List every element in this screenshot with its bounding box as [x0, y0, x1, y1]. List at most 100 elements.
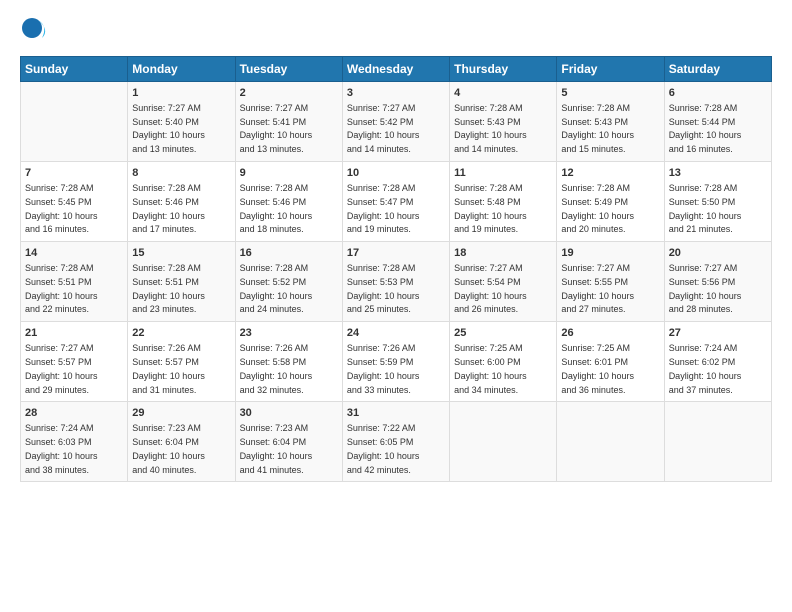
calendar-cell: 21 Sunrise: 7:27 AMSunset: 5:57 PMDayligh…	[21, 322, 128, 402]
calendar-row-0: 1 Sunrise: 7:27 AMSunset: 5:40 PMDaylight…	[21, 82, 772, 162]
calendar-cell: 23 Sunrise: 7:26 AMSunset: 5:58 PMDayligh…	[235, 322, 342, 402]
calendar-cell: 18Sunrise: 7:27 AMSunset: 5:54 PMDayligh…	[450, 242, 557, 322]
sunrise-info: Sunrise: 7:27 AMSunset: 5:40 PMDaylight:…	[132, 103, 205, 154]
day-number: 11	[454, 166, 552, 181]
weekday-header-row: SundayMondayTuesdayWednesdayThursdayFrid…	[21, 57, 772, 82]
logo	[20, 16, 52, 46]
day-number: 6	[669, 86, 767, 101]
calendar-cell: 3 Sunrise: 7:27 AMSunset: 5:42 PMDaylight…	[342, 82, 449, 162]
day-number: 26	[561, 326, 659, 341]
day-number: 8	[132, 166, 230, 181]
day-number: 22	[132, 326, 230, 341]
day-number: 28	[25, 406, 123, 421]
weekday-header-monday: Monday	[128, 57, 235, 82]
calendar-cell: 12 Sunrise: 7:28 AMSunset: 5:49 PMDayligh…	[557, 162, 664, 242]
sunrise-info: Sunrise: 7:24 AMSunset: 6:02 PMDaylight:…	[669, 343, 742, 394]
sunrise-info: Sunrise: 7:28 AMSunset: 5:53 PMDaylight:…	[347, 263, 420, 314]
calendar-cell: 5 Sunrise: 7:28 AMSunset: 5:43 PMDaylight…	[557, 82, 664, 162]
calendar-cell: 14 Sunrise: 7:28 AMSunset: 5:51 PMDayligh…	[21, 242, 128, 322]
weekday-header-friday: Friday	[557, 57, 664, 82]
calendar-cell: 6 Sunrise: 7:28 AMSunset: 5:44 PMDaylight…	[664, 82, 771, 162]
calendar-cell: 8 Sunrise: 7:28 AMSunset: 5:46 PMDaylight…	[128, 162, 235, 242]
day-number: 19	[561, 246, 659, 261]
calendar-cell	[21, 82, 128, 162]
sunrise-info: Sunrise: 7:28 AMSunset: 5:51 PMDaylight:…	[132, 263, 205, 314]
day-number: 14	[25, 246, 123, 261]
day-number: 2	[240, 86, 338, 101]
weekday-header-sunday: Sunday	[21, 57, 128, 82]
calendar-cell: 28 Sunrise: 7:24 AMSunset: 6:03 PMDayligh…	[21, 402, 128, 482]
weekday-header-wednesday: Wednesday	[342, 57, 449, 82]
day-number: 3	[347, 86, 445, 101]
calendar-cell: 2 Sunrise: 7:27 AMSunset: 5:41 PMDaylight…	[235, 82, 342, 162]
sunrise-info: Sunrise: 7:22 AMSunset: 6:05 PMDaylight:…	[347, 423, 420, 474]
sunrise-info: Sunrise: 7:27 AMSunset: 5:56 PMDaylight:…	[669, 263, 742, 314]
sunrise-info: Sunrise: 7:26 AMSunset: 5:58 PMDaylight:…	[240, 343, 313, 394]
day-number: 23	[240, 326, 338, 341]
sunrise-info: Sunrise: 7:27 AMSunset: 5:41 PMDaylight:…	[240, 103, 313, 154]
sunrise-info: Sunrise: 7:28 AMSunset: 5:44 PMDaylight:…	[669, 103, 742, 154]
calendar-row-4: 28 Sunrise: 7:24 AMSunset: 6:03 PMDayligh…	[21, 402, 772, 482]
calendar-cell: 10Sunrise: 7:28 AMSunset: 5:47 PMDayligh…	[342, 162, 449, 242]
calendar-cell: 31Sunrise: 7:22 AMSunset: 6:05 PMDayligh…	[342, 402, 449, 482]
sunrise-info: Sunrise: 7:27 AMSunset: 5:42 PMDaylight:…	[347, 103, 420, 154]
day-number: 29	[132, 406, 230, 421]
sunrise-info: Sunrise: 7:28 AMSunset: 5:50 PMDaylight:…	[669, 183, 742, 234]
calendar-cell: 26 Sunrise: 7:25 AMSunset: 6:01 PMDayligh…	[557, 322, 664, 402]
sunrise-info: Sunrise: 7:23 AMSunset: 6:04 PMDaylight:…	[240, 423, 313, 474]
sunrise-info: Sunrise: 7:24 AMSunset: 6:03 PMDaylight:…	[25, 423, 98, 474]
calendar-cell: 9Sunrise: 7:28 AMSunset: 5:46 PMDaylight…	[235, 162, 342, 242]
day-number: 20	[669, 246, 767, 261]
calendar-cell	[450, 402, 557, 482]
day-number: 7	[25, 166, 123, 181]
weekday-header-saturday: Saturday	[664, 57, 771, 82]
calendar-cell: 4Sunrise: 7:28 AMSunset: 5:43 PMDaylight…	[450, 82, 557, 162]
sunrise-info: Sunrise: 7:27 AMSunset: 5:55 PMDaylight:…	[561, 263, 634, 314]
calendar-cell: 16Sunrise: 7:28 AMSunset: 5:52 PMDayligh…	[235, 242, 342, 322]
sunrise-info: Sunrise: 7:25 AMSunset: 6:01 PMDaylight:…	[561, 343, 634, 394]
calendar-cell: 30 Sunrise: 7:23 AMSunset: 6:04 PMDayligh…	[235, 402, 342, 482]
day-number: 12	[561, 166, 659, 181]
day-number: 30	[240, 406, 338, 421]
sunrise-info: Sunrise: 7:28 AMSunset: 5:45 PMDaylight:…	[25, 183, 98, 234]
sunrise-info: Sunrise: 7:28 AMSunset: 5:46 PMDaylight:…	[240, 183, 313, 234]
weekday-header-tuesday: Tuesday	[235, 57, 342, 82]
sunrise-info: Sunrise: 7:28 AMSunset: 5:43 PMDaylight:…	[561, 103, 634, 154]
sunrise-info: Sunrise: 7:27 AMSunset: 5:57 PMDaylight:…	[25, 343, 98, 394]
calendar-table: SundayMondayTuesdayWednesdayThursdayFrid…	[20, 56, 772, 482]
day-number: 25	[454, 326, 552, 341]
day-number: 13	[669, 166, 767, 181]
day-number: 15	[132, 246, 230, 261]
logo-icon	[20, 16, 50, 46]
sunrise-info: Sunrise: 7:23 AMSunset: 6:04 PMDaylight:…	[132, 423, 205, 474]
day-number: 1	[132, 86, 230, 101]
calendar-row-2: 14 Sunrise: 7:28 AMSunset: 5:51 PMDayligh…	[21, 242, 772, 322]
sunrise-info: Sunrise: 7:28 AMSunset: 5:43 PMDaylight:…	[454, 103, 527, 154]
sunrise-info: Sunrise: 7:25 AMSunset: 6:00 PMDaylight:…	[454, 343, 527, 394]
calendar-cell: 19 Sunrise: 7:27 AMSunset: 5:55 PMDayligh…	[557, 242, 664, 322]
sunrise-info: Sunrise: 7:27 AMSunset: 5:54 PMDaylight:…	[454, 263, 527, 314]
calendar-cell: 15 Sunrise: 7:28 AMSunset: 5:51 PMDayligh…	[128, 242, 235, 322]
calendar-cell: 24 Sunrise: 7:26 AMSunset: 5:59 PMDayligh…	[342, 322, 449, 402]
calendar-cell: 25 Sunrise: 7:25 AMSunset: 6:00 PMDayligh…	[450, 322, 557, 402]
calendar-cell	[557, 402, 664, 482]
day-number: 16	[240, 246, 338, 261]
day-number: 5	[561, 86, 659, 101]
sunrise-info: Sunrise: 7:28 AMSunset: 5:49 PMDaylight:…	[561, 183, 634, 234]
sunrise-info: Sunrise: 7:28 AMSunset: 5:47 PMDaylight:…	[347, 183, 420, 234]
calendar-cell: 29 Sunrise: 7:23 AMSunset: 6:04 PMDayligh…	[128, 402, 235, 482]
day-number: 21	[25, 326, 123, 341]
calendar-cell: 17Sunrise: 7:28 AMSunset: 5:53 PMDayligh…	[342, 242, 449, 322]
calendar-cell: 1 Sunrise: 7:27 AMSunset: 5:40 PMDaylight…	[128, 82, 235, 162]
weekday-header-thursday: Thursday	[450, 57, 557, 82]
calendar-row-1: 7 Sunrise: 7:28 AMSunset: 5:45 PMDaylight…	[21, 162, 772, 242]
day-number: 24	[347, 326, 445, 341]
sunrise-info: Sunrise: 7:26 AMSunset: 5:57 PMDaylight:…	[132, 343, 205, 394]
calendar-cell	[664, 402, 771, 482]
day-number: 27	[669, 326, 767, 341]
sunrise-info: Sunrise: 7:28 AMSunset: 5:46 PMDaylight:…	[132, 183, 205, 234]
calendar-row-3: 21 Sunrise: 7:27 AMSunset: 5:57 PMDayligh…	[21, 322, 772, 402]
sunrise-info: Sunrise: 7:28 AMSunset: 5:51 PMDaylight:…	[25, 263, 98, 314]
calendar-cell: 20 Sunrise: 7:27 AMSunset: 5:56 PMDayligh…	[664, 242, 771, 322]
sunrise-info: Sunrise: 7:26 AMSunset: 5:59 PMDaylight:…	[347, 343, 420, 394]
